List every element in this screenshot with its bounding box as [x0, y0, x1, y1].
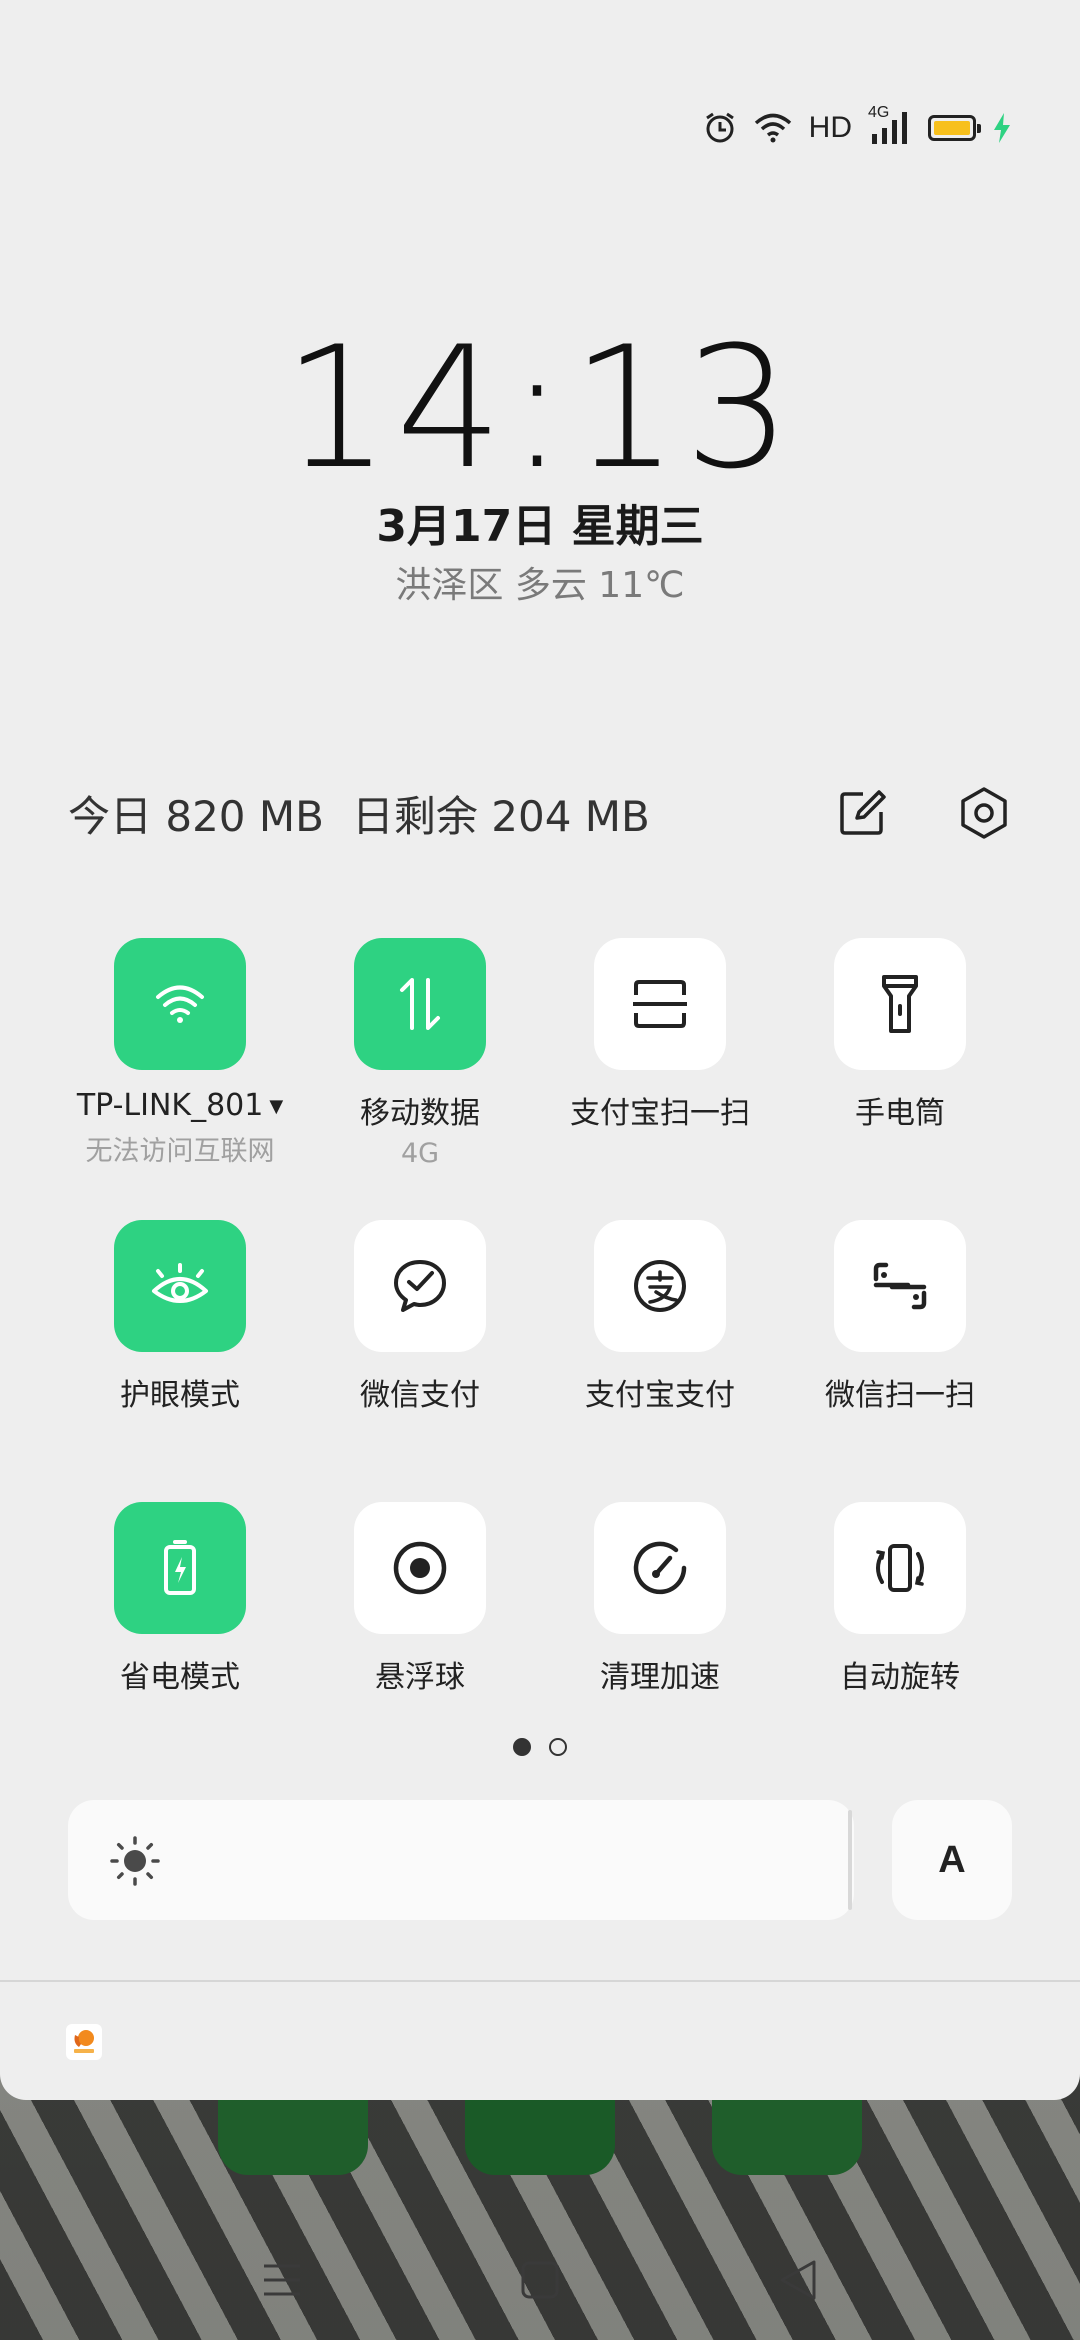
dropdown-caret-icon[interactable]: ▼	[269, 1096, 283, 1117]
page-dot[interactable]	[549, 1738, 567, 1756]
tile-label: 护眼模式	[120, 1378, 240, 1413]
tile-label: 省电模式	[120, 1660, 240, 1695]
tile-floating-ball[interactable]: 悬浮球	[300, 1502, 540, 1696]
lock-date: 3月17日 星期三	[376, 501, 704, 552]
speed-clean-icon	[633, 1541, 687, 1595]
tile-button[interactable]	[354, 938, 486, 1070]
tile-button[interactable]	[354, 1502, 486, 1634]
wechat-pay-icon	[394, 1260, 446, 1312]
tile-button[interactable]	[834, 1220, 966, 1352]
tile-wechat-scan[interactable]: 微信扫一扫	[780, 1220, 1020, 1414]
battery-level	[934, 121, 970, 135]
tile-label: 移动数据	[360, 1096, 480, 1131]
tile-label: 悬浮球	[375, 1660, 465, 1695]
tile-speed-clean[interactable]: 清理加速	[540, 1502, 780, 1696]
tile-eye-mode[interactable]: 护眼模式	[60, 1220, 300, 1414]
auto-rotate-icon	[876, 1544, 924, 1592]
navigation-bar	[0, 2180, 1080, 2340]
tile-mobile-data[interactable]: 移动数据 4G	[300, 938, 540, 1169]
tile-button[interactable]	[594, 1502, 726, 1634]
usage-remaining: 日剩余 204 MB	[351, 791, 650, 841]
tile-button[interactable]	[114, 938, 246, 1070]
edit-button[interactable]	[834, 785, 890, 841]
settings-icon	[961, 787, 1007, 839]
tile-button[interactable]	[834, 938, 966, 1070]
brightness-slider-thumb[interactable]	[848, 1810, 852, 1910]
tile-auto-rotate[interactable]: 自动旋转	[780, 1502, 1020, 1696]
tile-label: 自动旋转	[840, 1660, 960, 1695]
scan-icon	[633, 980, 687, 1028]
tile-button[interactable]	[114, 1502, 246, 1634]
mobile-data-icon	[400, 978, 440, 1030]
tile-label: 手电筒	[855, 1096, 945, 1131]
flashlight-icon	[882, 975, 918, 1033]
signal-icon: 4G	[868, 104, 912, 146]
tile-label: 微信扫一扫	[825, 1378, 975, 1413]
tile-alipay-scan[interactable]: 支付宝扫一扫	[540, 938, 780, 1132]
back-button[interactable]	[768, 2250, 828, 2310]
notification-app-icon[interactable]	[66, 2024, 102, 2060]
alarm-icon	[705, 112, 734, 143]
app-logo-icon	[74, 2030, 94, 2053]
charging-icon	[994, 113, 1010, 143]
notification-shade: HD 4G 14:13 3月17日 星期三 洪泽区 多云 11℃ 今日 820 …	[0, 0, 1080, 2100]
wifi-icon	[156, 985, 204, 1023]
tile-alipay-pay[interactable]: 支付宝支付	[540, 1220, 780, 1414]
tile-wechat-pay[interactable]: 微信支付	[300, 1220, 540, 1414]
wifi-icon	[754, 113, 791, 143]
brightness-slider[interactable]	[68, 1800, 854, 1920]
data-usage-row: 今日 820 MB 日剩余 204 MB	[68, 780, 1012, 846]
tile-button[interactable]	[114, 1220, 246, 1352]
wechat-scan-icon	[873, 1262, 927, 1310]
brightness-sun-icon	[110, 1836, 160, 1886]
lock-clock: 14:13	[282, 310, 798, 506]
settings-button[interactable]	[956, 785, 1012, 841]
tile-sublabel: 4G	[400, 1138, 440, 1169]
auto-brightness-button[interactable]: A	[892, 1800, 1012, 1920]
eye-icon	[152, 1263, 208, 1303]
battery-saver-icon	[164, 1540, 196, 1595]
floating-ball-icon	[393, 1541, 447, 1595]
page-indicator	[0, 1738, 1080, 1756]
home-button[interactable]	[510, 2250, 570, 2310]
network-label: HD	[808, 111, 852, 144]
status-bar: HD 4G	[703, 104, 1012, 150]
tile-label: 清理加速	[600, 1660, 720, 1695]
alipay-icon	[634, 1260, 686, 1312]
recent-apps-button[interactable]	[252, 2250, 312, 2310]
back-triangle-icon	[780, 2260, 816, 2300]
tile-label: TP-LINK_801	[76, 1088, 264, 1123]
tile-label: 支付宝扫一扫	[570, 1096, 750, 1131]
tile-button[interactable]	[354, 1220, 486, 1352]
menu-icon	[264, 2264, 300, 2296]
tile-battery-saver[interactable]: 省电模式	[60, 1502, 300, 1696]
tile-label: 微信支付	[360, 1378, 480, 1413]
tile-sublabel: 无法访问互联网	[85, 1136, 275, 1167]
weather-text: 洪泽区 多云 11℃	[395, 565, 685, 606]
tile-button[interactable]	[594, 1220, 726, 1352]
tile-flashlight[interactable]: 手电筒	[780, 938, 1020, 1132]
page-dot-active[interactable]	[513, 1738, 531, 1756]
tile-wifi[interactable]: TP-LINK_801 ▼ 无法访问互联网	[60, 938, 300, 1168]
usage-today: 今日 820 MB	[68, 791, 324, 841]
tile-button[interactable]	[834, 1502, 966, 1634]
tile-button[interactable]	[594, 938, 726, 1070]
edit-icon	[840, 790, 886, 835]
divider	[0, 1980, 1080, 1982]
home-square-icon	[521, 2261, 559, 2299]
battery-icon	[928, 115, 981, 141]
tile-label: 支付宝支付	[585, 1378, 735, 1413]
